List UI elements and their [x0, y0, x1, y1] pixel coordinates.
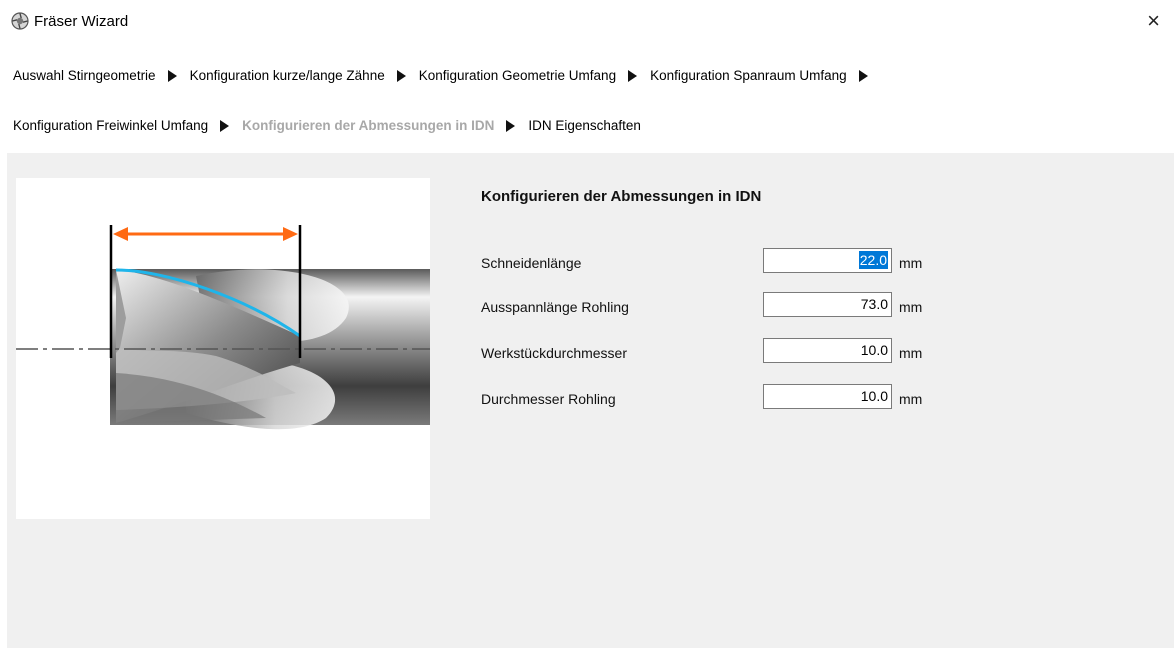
- schneidenlaenge-label: Schneidenlänge: [481, 255, 582, 271]
- step-konfiguration-spanraum-umfang[interactable]: Konfiguration Spanraum Umfang: [650, 68, 847, 83]
- step-arrow-icon: [628, 69, 638, 82]
- step-arrow-icon: [167, 69, 177, 82]
- step-abmessungen-idn[interactable]: Konfigurieren der Abmessungen in IDN: [242, 118, 494, 133]
- tool-preview-image: [16, 178, 430, 519]
- durchmesser-rohling-unit: mm: [899, 391, 923, 407]
- title-bar: Fräser Wizard ×: [0, 0, 1174, 44]
- durchmesser-rohling-label: Durchmesser Rohling: [481, 391, 616, 407]
- form-title: Konfigurieren der Abmessungen in IDN: [481, 188, 762, 205]
- durchmesser-rohling-input[interactable]: 10.0: [763, 384, 892, 409]
- schneidenlaenge-unit: mm: [899, 255, 923, 271]
- step-idn-eigenschaften[interactable]: IDN Eigenschaften: [528, 118, 641, 133]
- step-auswahl-stirngeometrie[interactable]: Auswahl Stirngeometrie: [13, 68, 156, 83]
- step-konfiguration-geometrie-umfang[interactable]: Konfiguration Geometrie Umfang: [419, 68, 616, 83]
- werkstueckdurchmesser-label: Werkstückdurchmesser: [481, 345, 628, 361]
- step-arrow-icon: [506, 119, 516, 132]
- step-arrow-icon: [396, 69, 406, 82]
- schneidenlaenge-value: 22.0: [858, 251, 888, 269]
- step-arrow-icon: [220, 119, 230, 132]
- breadcrumb: Auswahl Stirngeometrie Konfiguration kur…: [13, 68, 881, 83]
- werkstueckdurchmesser-unit: mm: [899, 345, 923, 361]
- end-mill-illustration: [16, 225, 430, 430]
- werkstueckdurchmesser-input[interactable]: 10.0: [763, 338, 892, 363]
- step-arrow-icon: [858, 69, 868, 82]
- close-icon[interactable]: ×: [1147, 8, 1160, 34]
- step-konfiguration-zaehne[interactable]: Konfiguration kurze/lange Zähne: [190, 68, 385, 83]
- schneidenlaenge-input[interactable]: 22.0: [763, 248, 892, 273]
- ausspannlaenge-unit: mm: [899, 299, 923, 315]
- ausspannlaenge-input[interactable]: 73.0: [763, 292, 892, 317]
- window-title: Fräser Wizard: [34, 13, 129, 30]
- step-konfiguration-freiwinkel-umfang[interactable]: Konfiguration Freiwinkel Umfang: [13, 118, 208, 133]
- breadcrumb-line-2: Konfiguration Freiwinkel Umfang Konfigur…: [13, 118, 641, 133]
- ausspannlaenge-label: Ausspannlänge Rohling: [481, 299, 629, 315]
- wizard-app-icon: [11, 12, 29, 30]
